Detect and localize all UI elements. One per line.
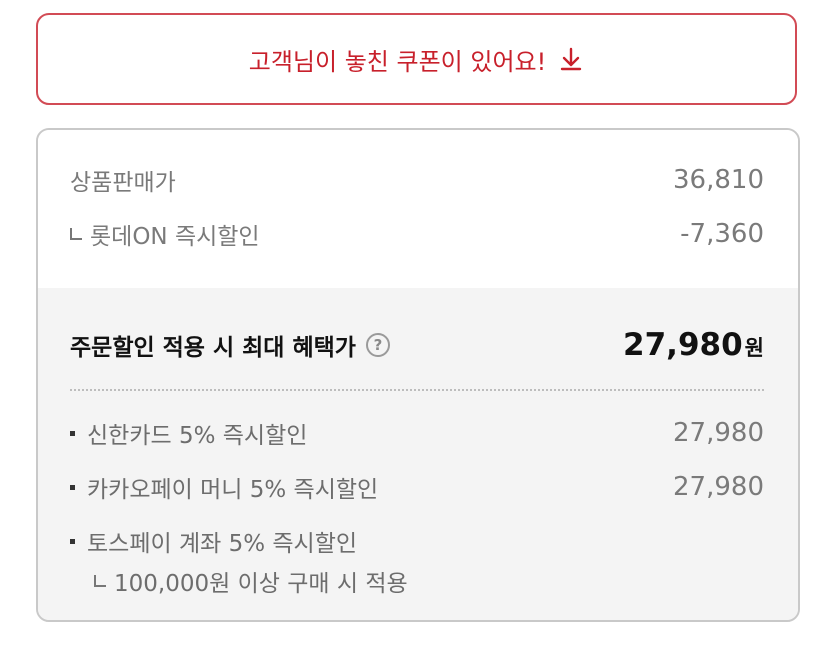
card-discount-value: 27,980 bbox=[673, 472, 764, 502]
download-arrow-icon bbox=[558, 46, 584, 72]
sub-item-corner-icon bbox=[70, 228, 82, 240]
dotted-divider bbox=[70, 389, 764, 391]
card-discount-label: 신한카드 5% 즉시할인 bbox=[87, 423, 308, 449]
list-price-label: 상품판매가 bbox=[70, 170, 176, 196]
card-discount-label: 토스페이 계좌 5% 즉시할인 bbox=[87, 531, 358, 557]
bullet-icon bbox=[70, 538, 75, 544]
help-icon[interactable]: ? bbox=[365, 333, 390, 357]
card-discount-row: 카카오페이 머니 5% 즉시할인 27,980 bbox=[70, 470, 764, 504]
price-top-section: 상품판매가 36,810 롯데ON 즉시할인 -7,360 bbox=[38, 130, 798, 288]
bullet-icon bbox=[70, 484, 75, 490]
list-price-row: 상품판매가 36,810 bbox=[70, 163, 764, 197]
toss-condition-row: 100,000원 이상 구매 시 적용 bbox=[94, 564, 408, 598]
sub-item-corner-icon bbox=[94, 575, 106, 587]
currency-unit: 원 bbox=[744, 336, 764, 360]
price-summary-card: 상품판매가 36,810 롯데ON 즉시할인 -7,360 주문할인 적용 시 … bbox=[36, 128, 800, 622]
coupon-banner-label: 고객님이 놓친 쿠폰이 있어요! bbox=[248, 47, 547, 76]
card-discount-row: 신한카드 5% 즉시할인 27,980 bbox=[70, 416, 764, 450]
card-discount-row: 토스페이 계좌 5% 즉시할인 bbox=[70, 524, 764, 558]
toss-condition-text: 100,000원 이상 구매 시 적용 bbox=[114, 571, 408, 597]
instant-discount-label: 롯데ON 즉시할인 bbox=[90, 224, 260, 250]
list-price-value: 36,810 bbox=[673, 165, 764, 195]
instant-discount-value: -7,360 bbox=[680, 219, 764, 249]
bullet-icon bbox=[70, 430, 75, 436]
max-benefit-label: 주문할인 적용 시 최대 혜택가 bbox=[70, 335, 356, 361]
missed-coupon-button[interactable]: 고객님이 놓친 쿠폰이 있어요! bbox=[36, 13, 797, 105]
benefit-section: 주문할인 적용 시 최대 혜택가 ? 27,980 원 신한카드 5% 즉시할인… bbox=[38, 288, 798, 620]
instant-discount-row: 롯데ON 즉시할인 -7,360 bbox=[70, 217, 764, 251]
card-discount-label: 카카오페이 머니 5% 즉시할인 bbox=[87, 477, 379, 503]
max-benefit-value: 27,980 bbox=[623, 327, 743, 363]
max-benefit-row: 주문할인 적용 시 최대 혜택가 ? 27,980 원 bbox=[70, 327, 764, 363]
card-discount-value: 27,980 bbox=[673, 418, 764, 448]
max-benefit-price: 27,980 원 bbox=[623, 327, 764, 363]
